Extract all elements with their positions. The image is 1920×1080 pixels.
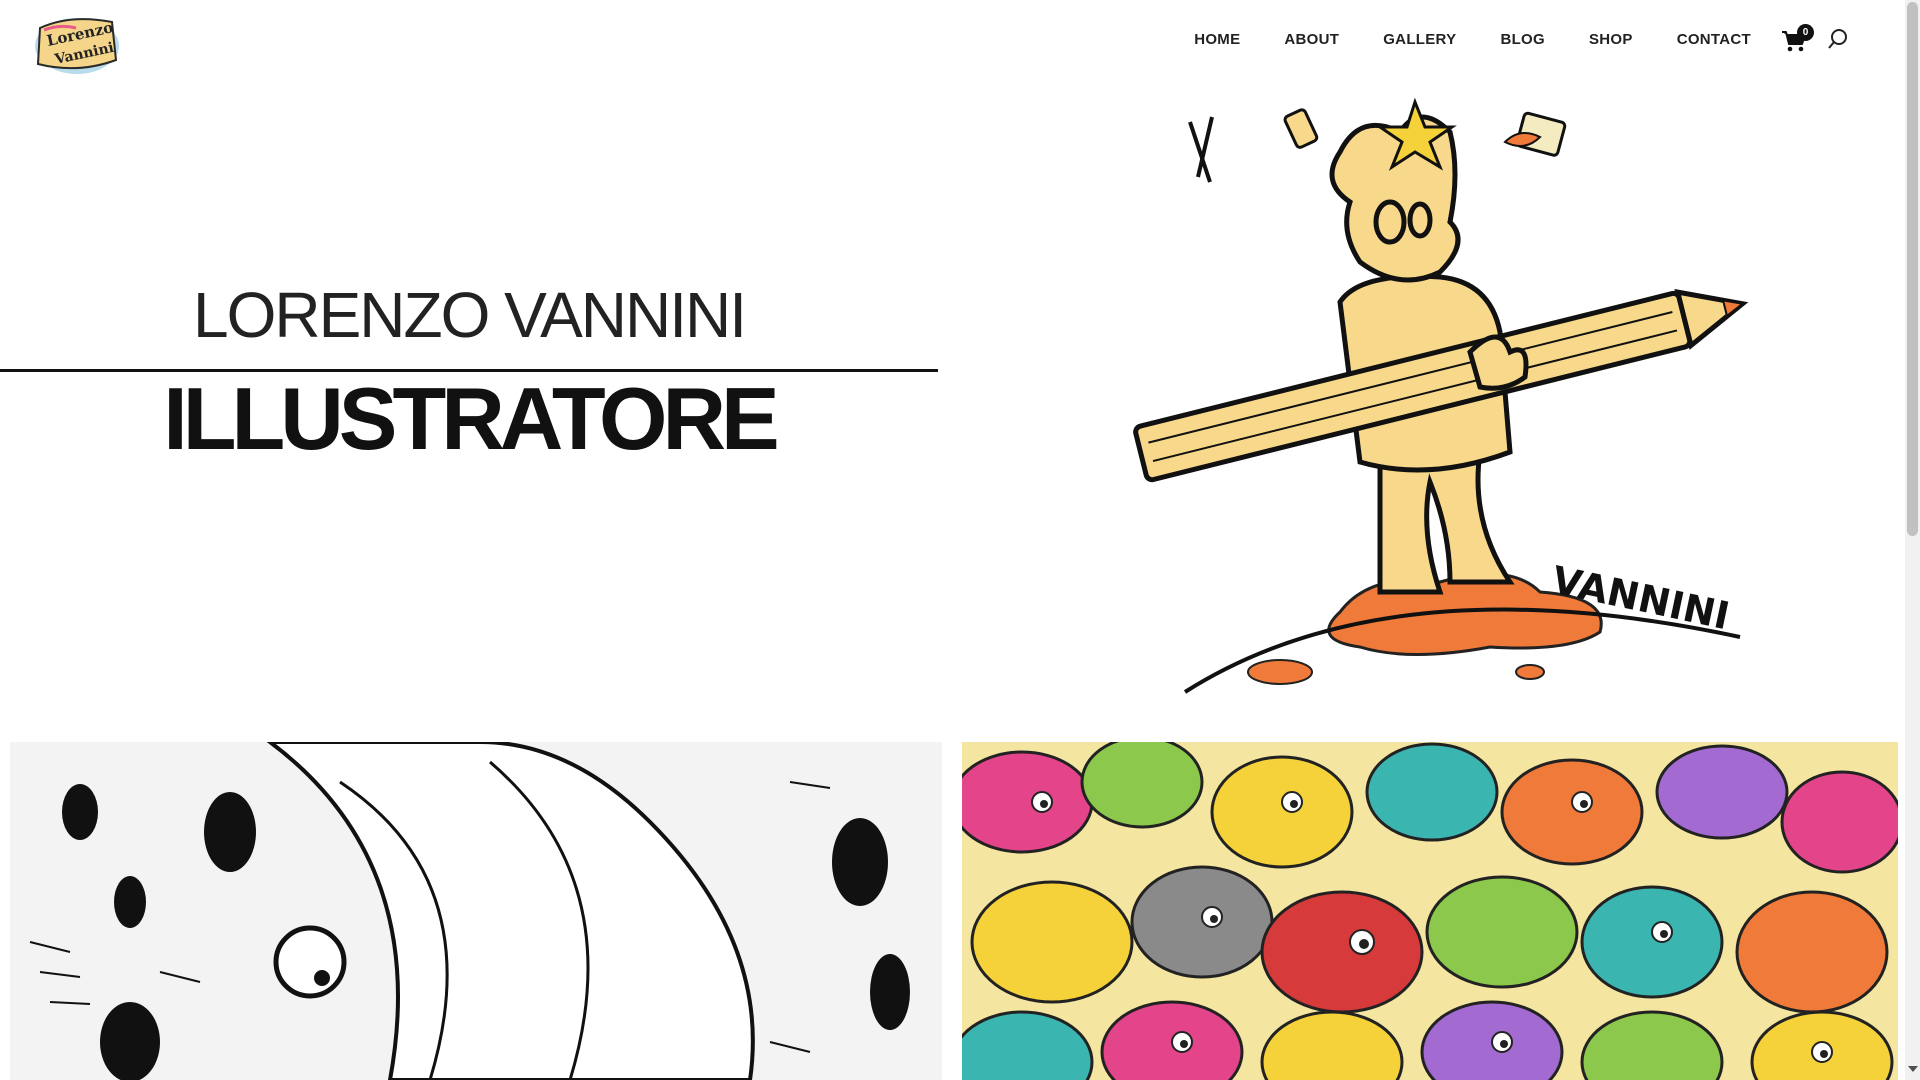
nav-shop[interactable]: SHOP bbox=[1567, 28, 1655, 52]
scrollbar-thumb[interactable] bbox=[1907, 2, 1918, 536]
gallery-item-creatures[interactable] bbox=[962, 742, 1898, 1080]
gallery-item-divers[interactable] bbox=[10, 742, 942, 1080]
nav-gallery[interactable]: GALLERY bbox=[1361, 28, 1478, 52]
nav-about[interactable]: ABOUT bbox=[1262, 28, 1361, 52]
hero-name: LORENZO VANNINI bbox=[193, 279, 747, 351]
site-logo[interactable]: Lorenzo Vannini bbox=[30, 8, 124, 78]
nav-blog[interactable]: BLOG bbox=[1478, 28, 1567, 52]
search-icon[interactable] bbox=[1826, 27, 1850, 51]
main-nav: HOME ABOUT GALLERY BLOG SHOP CONTACT bbox=[1172, 28, 1773, 52]
cart-count-badge: 0 bbox=[1797, 24, 1814, 41]
scroll-down-arrow-icon[interactable] bbox=[1908, 1066, 1918, 1072]
site-header: Lorenzo Vannini HOME ABOUT GALLERY BLOG … bbox=[0, 0, 1905, 80]
hero-illustration: VANNINI bbox=[1133, 97, 1749, 694]
hero-role: ILLUSTRATORE bbox=[163, 369, 779, 468]
nav-home[interactable]: HOME bbox=[1172, 28, 1262, 52]
nav-contact[interactable]: CONTACT bbox=[1655, 28, 1773, 52]
hero-text: LORENZO VANNINI ILLUSTRATORE bbox=[0, 250, 938, 480]
